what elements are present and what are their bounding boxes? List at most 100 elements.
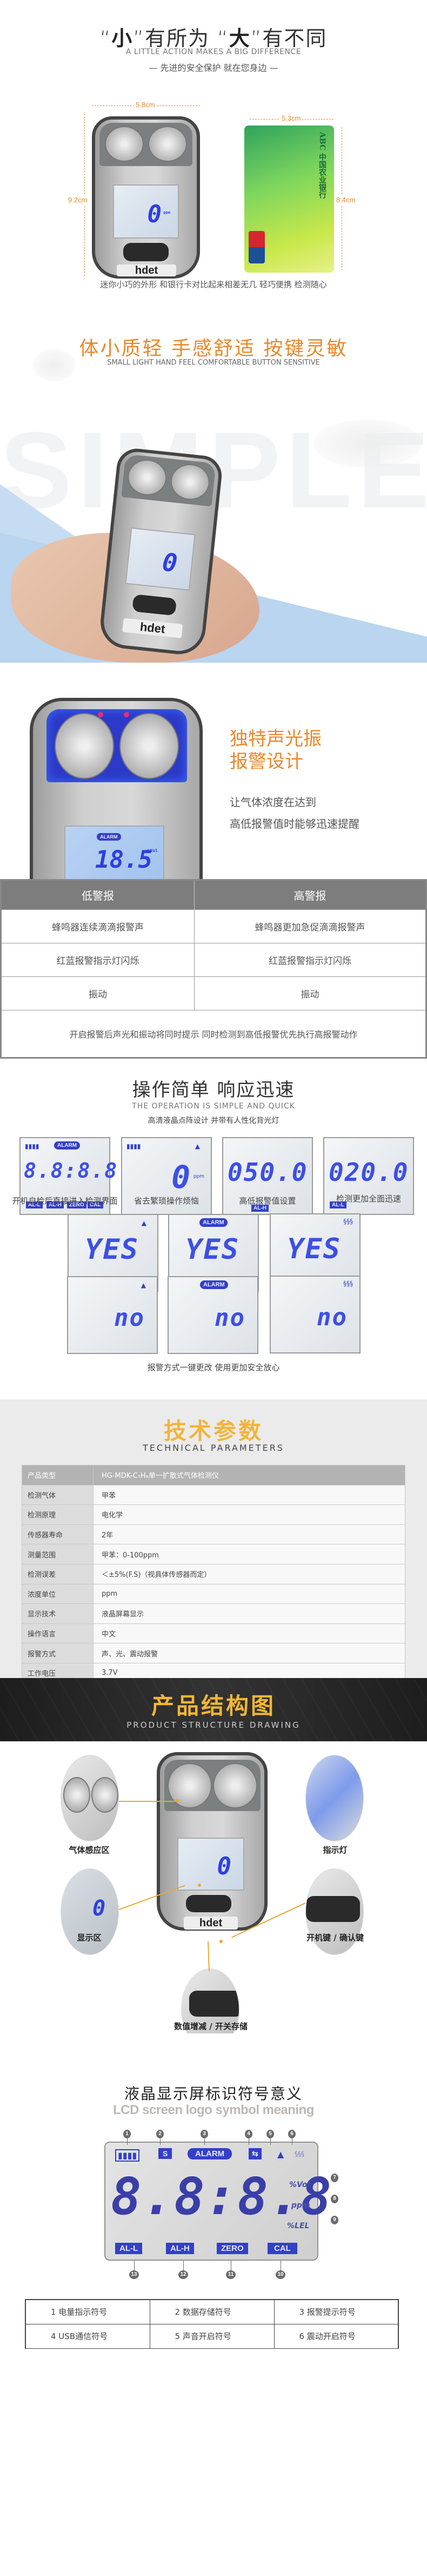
hero-subtitle-en: A LITTLE ACTION MAKES A BIG DIFFERENCE — [125, 48, 302, 56]
operation-section: 操作简单 响应迅速 THE OPERATION IS SIMPLE AND QU… — [0, 1059, 427, 1399]
unionpay-logo — [249, 231, 265, 263]
table-row: 浓度单位 ppm — [22, 1583, 405, 1604]
symbol-cell: 9 %LEL单位符号 — [273, 2348, 399, 2349]
structure-section: 气体感应区 指示灯 0 显示区 开机键 / 确认键 0 hdet 数值增减 / … — [0, 1741, 427, 2033]
hero-title: “小”有所为 “大”有不同 — [99, 27, 328, 50]
table-row: 操作语言 中文 — [22, 1623, 405, 1644]
bell-icon: ▲ — [141, 1282, 146, 1289]
lcd-digits: 8.8:8.8 — [111, 2168, 333, 2227]
device-buttons — [123, 243, 169, 261]
param-value: 3.7V — [93, 1662, 405, 1678]
param-name: 检测气体 — [22, 1484, 94, 1505]
symbol-cell: 5 声音开启符号 — [149, 2323, 275, 2349]
sensor-left — [105, 126, 144, 162]
bell-icon: ▲ — [195, 1142, 200, 1150]
indicator-closeup — [305, 1755, 364, 1841]
label-sensor-area: 气体感应区 — [69, 1845, 110, 1855]
device-lcd: 0 — [125, 527, 196, 591]
structure-subtitle-en: PRODUCT STRUCTURE DRAWING — [126, 1720, 301, 1730]
param-value: 甲苯：0-100ppm — [93, 1544, 405, 1564]
symbol-number-badge: 11 — [226, 2270, 236, 2279]
param-name: 报警方式 — [22, 1643, 94, 1663]
tech-title: 技术参数 — [163, 1418, 263, 1444]
table-row: 报警方式 声、光、震动报警 — [22, 1643, 405, 1663]
sensor-closeup — [61, 1755, 119, 1841]
param-name: 传感器寿命 — [22, 1524, 94, 1545]
structure-title: 产品结构图 — [151, 1693, 276, 1719]
table-row: 检测原理 电化学 — [22, 1504, 405, 1525]
feather-decoration — [32, 349, 76, 381]
table-row: 测量范围 甲苯：0-100ppm — [22, 1544, 405, 1564]
table-footer-row: 开启报警后声光和振动将同时提示 同时检测到高低报警优先执行高报警动作 — [1, 1010, 426, 1058]
battery-icon: ▮▮▮▮ — [115, 2149, 140, 2162]
header-low-alarm: 低警报 — [1, 880, 195, 910]
param-value: 2年 — [93, 1524, 405, 1545]
param-value: HG-MDK-C₇H₈单一扩散式气体检测仪 — [93, 1465, 405, 1485]
param-name: 检测误差 — [22, 1563, 94, 1584]
symbol-cell: 3 报警提示符号 — [273, 2299, 399, 2324]
param-value: 中文 — [93, 1623, 405, 1644]
bank-card: ABC 中国农业银行 — [244, 126, 334, 273]
screen-label: 高低报警值设置 — [239, 1196, 296, 1206]
lcd-screen-sound-no: ▲ no — [67, 1276, 158, 1354]
operation-title: 操作简单 响应迅速 — [132, 1079, 295, 1101]
structure-device: 0 hdet — [157, 1752, 268, 1931]
symbol-number-badge: 6 — [288, 2130, 296, 2138]
bell-icon: ▲ — [277, 2149, 284, 2159]
red-led — [98, 712, 103, 717]
table-row: 显示技术 液晶屏幕显示 — [22, 1603, 405, 1624]
light-section: 体小质轻 手感舒适 按键灵敏 SMALL LIGHT HAND FEEL COM… — [0, 327, 427, 663]
param-value: ＜±5%(F.S)（视具体传感器而定） — [93, 1563, 405, 1584]
param-name: 显示技术 — [22, 1603, 94, 1624]
battery-icon: ▮▮▮▮ — [25, 1142, 39, 1150]
operation-subtitle-cn: 高清液晶点阵设计 并带有人性化背光灯 — [148, 1117, 279, 1125]
hero-subtitle-cn: — 先进的安全保护 就在您身边 — — [149, 63, 278, 73]
table-row: 检测气体 甲苯 — [22, 1484, 405, 1505]
table-header-row: 低警报 高警报 — [1, 880, 426, 910]
device-width-label: 5.8cm — [134, 101, 157, 109]
card-bank-name: ABC 中国农业银行 — [318, 132, 326, 199]
tech-params-table: 产品类型 HG-MDK-C₇H₈单一扩散式气体检测仪 检测气体 甲苯 检测原理 电化学 传感… — [22, 1465, 405, 1678]
label-power-key: 开机键 / 确认键 — [306, 1933, 364, 1943]
symbol-cell: 4 USB通信符号 — [25, 2323, 150, 2349]
param-value: ppm — [93, 1583, 405, 1604]
symbol-cell: 6 震动开启符号 — [273, 2323, 399, 2349]
symbol-number-badge: 8 — [331, 2195, 338, 2203]
param-name: 产品类型 — [22, 1465, 94, 1485]
device-in-hand: 0 hdet — [98, 446, 224, 657]
alarm-desc-2: 高低报警值时能够迅速提醒 — [230, 817, 359, 830]
legend-title: 液晶显示屏标识符号意义 — [124, 2085, 303, 2103]
brand-logo: hdet — [122, 618, 183, 638]
lcd-screen-light-no: ALARM no — [168, 1276, 258, 1354]
structure-header: 产品结构图 PRODUCT STRUCTURE DRAWING — [0, 1678, 427, 1741]
lcd-legend-section: 液晶显示屏标识符号意义 LCD screen logo symbol meani… — [0, 2033, 427, 2349]
symbol-number-badge: 5 — [266, 2130, 274, 2138]
data-storage-icon: S — [158, 2148, 172, 2159]
symbol-number-badge: 1 — [123, 2130, 131, 2138]
symbol-cell: 8 PPM单位符号 — [149, 2348, 275, 2349]
param-value: 液晶屏幕显示 — [93, 1603, 405, 1624]
alarm-comparison-table-section: 低警报 高警报 蜂鸣器连续滴滴报警声 蜂鸣器更加急促滴滴报警声 红蓝报警指示灯闪… — [0, 879, 427, 1059]
device-height-label: 9.2cm — [68, 195, 88, 205]
label-indicator: 指示灯 — [323, 1845, 348, 1855]
label-display: 显示区 — [77, 1933, 102, 1943]
param-value: 声、光、震动报警 — [93, 1643, 405, 1663]
lcd-symbol-diagram: ▮▮▮▮ S ALARM ⇆ ▲ §§§ 8.8:8.8 %Vol ppm %L… — [104, 2142, 331, 2261]
symbol-cell: 1 电量指示符号 — [25, 2299, 150, 2324]
param-name: 检测原理 — [22, 1504, 94, 1525]
card-width-label: 5.3cm — [280, 114, 303, 122]
table-row: 检测误差 ＜±5%(F.S)（视具体传感器而定） — [22, 1563, 405, 1584]
table-row: 产品类型 HG-MDK-C₇H₈单一扩散式气体检测仪 — [22, 1465, 405, 1485]
param-value: 电化学 — [93, 1504, 405, 1525]
symbol-number-badge: 10 — [276, 2270, 285, 2279]
screen-label: 省去繁琐操作烦恼 — [134, 1196, 199, 1206]
device-photo: 0 ppm hdet — [92, 116, 200, 279]
alarm-desc-1: 让气体浓度在达到 — [230, 796, 316, 809]
device-lcd: 0 — [177, 1838, 244, 1891]
table-row: 红蓝报警指示灯闪烁 红蓝报警指示灯闪烁 — [0, 943, 426, 977]
table-row: 7 %VOL单位符号8 PPM单位符号9 %LEL单位符号 — [25, 2348, 399, 2349]
alarm-device-lcd: ALARM 18.5 %Vol AL-L — [64, 825, 164, 879]
tech-subtitle-en: TECHNICAL PARAMETERS — [143, 1443, 284, 1453]
vibrate-icon: §§§ — [343, 1280, 353, 1287]
alarm-section: ALARM 18.5 %Vol AL-L 独特声光振 报警设计 让气体浓度在达到… — [0, 663, 427, 879]
